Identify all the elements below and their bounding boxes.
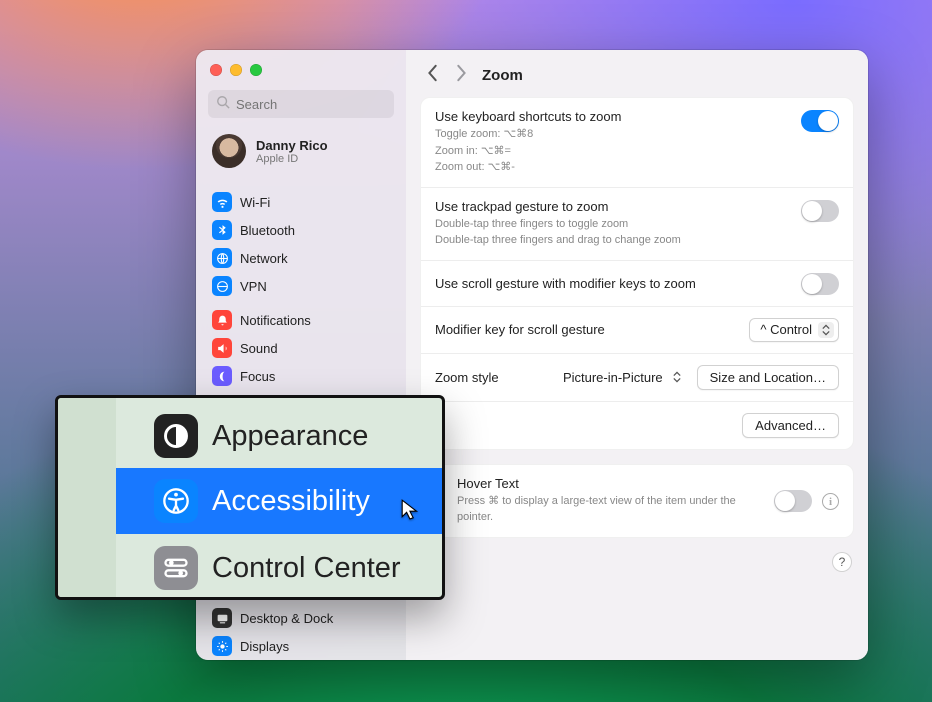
sidebar-item-label: Sound	[240, 341, 278, 356]
back-button[interactable]	[426, 64, 440, 87]
vpn-icon	[212, 276, 232, 296]
row-hover-text: Hover Text Press ⌘ to display a large-te…	[421, 465, 853, 537]
pip-item-accessibility[interactable]: Accessibility	[116, 468, 442, 534]
fullscreen-button[interactable]	[250, 64, 262, 76]
pip-left-margin	[58, 398, 116, 597]
setting-desc: Double-tap three fingers to toggle zoom …	[435, 216, 791, 249]
avatar	[212, 134, 246, 168]
forward-button[interactable]	[454, 64, 468, 87]
row-scroll-gesture: Use scroll gesture with modifier keys to…	[421, 261, 853, 307]
sidebar-group-network: Wi-Fi Bluetooth Network VPN	[204, 188, 398, 300]
setting-desc: Press ⌘ to display a large-text view of …	[457, 493, 764, 526]
setting-label: Modifier key for scroll gesture	[435, 322, 739, 337]
sidebar-item-label: Bluetooth	[240, 223, 295, 238]
hover-text-card: Hover Text Press ⌘ to display a large-te…	[420, 464, 854, 538]
select-zoom-style[interactable]: Picture-in-Picture	[553, 366, 687, 388]
profile-name: Danny Rico	[256, 138, 328, 153]
advanced-button[interactable]: Advanced…	[742, 413, 839, 438]
appearance-icon	[154, 414, 198, 458]
focus-icon	[212, 366, 232, 386]
sidebar-item-sound[interactable]: Sound	[204, 334, 398, 362]
settings-content: Use keyboard shortcuts to zoom Toggle zo…	[406, 97, 868, 590]
sidebar-item-label: Displays	[240, 639, 289, 654]
setting-label: Use trackpad gesture to zoom	[435, 199, 791, 214]
search-icon	[216, 95, 236, 114]
cursor-icon	[400, 498, 422, 525]
sidebar-item-label: Network	[240, 251, 288, 266]
sidebar-item-desktop-dock[interactable]: Desktop & Dock	[204, 604, 398, 632]
toggle-hover-text[interactable]	[774, 490, 812, 512]
sidebar-item-label: Desktop & Dock	[240, 611, 333, 626]
minimize-button[interactable]	[230, 64, 242, 76]
bluetooth-icon	[212, 220, 232, 240]
setting-label: Hover Text	[457, 476, 764, 491]
sidebar-item-label: VPN	[240, 279, 267, 294]
main-content: Zoom Use keyboard shortcuts to zoom Togg…	[406, 50, 868, 660]
sidebar-item-network[interactable]: Network	[204, 244, 398, 272]
toggle-scroll-gesture[interactable]	[801, 273, 839, 295]
search-field[interactable]	[208, 90, 394, 118]
notifications-icon	[212, 310, 232, 330]
sidebar-item-focus[interactable]: Focus	[204, 362, 398, 390]
sidebar-item-vpn[interactable]: VPN	[204, 272, 398, 300]
page-title: Zoom	[482, 67, 523, 84]
control-center-icon	[154, 546, 198, 590]
toggle-trackpad-gesture[interactable]	[801, 200, 839, 222]
row-trackpad-gesture: Use trackpad gesture to zoom Double-tap …	[421, 188, 853, 261]
window-controls	[204, 62, 398, 90]
row-keyboard-shortcuts: Use keyboard shortcuts to zoom Toggle zo…	[421, 98, 853, 188]
sidebar-item-displays[interactable]: Displays	[204, 632, 398, 660]
accessibility-icon	[154, 479, 198, 523]
chevron-updown-icon	[818, 322, 834, 338]
sidebar-item-label: Focus	[240, 369, 275, 384]
pip-item-control-center[interactable]: Control Center	[154, 546, 401, 590]
sidebar-item-wifi[interactable]: Wi-Fi	[204, 188, 398, 216]
toggle-keyboard-shortcuts[interactable]	[801, 110, 839, 132]
pip-item-label: Accessibility	[212, 485, 370, 518]
select-value: Picture-in-Picture	[563, 370, 663, 385]
sidebar-group-alerts: Notifications Sound Focus	[204, 306, 398, 390]
sidebar-item-label: Notifications	[240, 313, 311, 328]
displays-icon	[212, 636, 232, 656]
chevron-updown-icon	[669, 369, 685, 385]
setting-label: Use keyboard shortcuts to zoom	[435, 109, 791, 124]
sidebar-item-label: Wi-Fi	[240, 195, 270, 210]
setting-desc: Toggle zoom: ⌥⌘8 Zoom in: ⌥⌘= Zoom out: …	[435, 126, 791, 176]
row-modifier-key: Modifier key for scroll gesture ^ Contro…	[421, 307, 853, 354]
help-row: ?	[420, 552, 854, 576]
select-modifier-key[interactable]: ^ Control	[749, 318, 839, 342]
apple-id-profile[interactable]: Danny Rico Apple ID	[204, 130, 398, 182]
row-advanced: Advanced…	[421, 402, 853, 449]
zoom-settings-card: Use keyboard shortcuts to zoom Toggle zo…	[420, 97, 854, 450]
wifi-icon	[212, 192, 232, 212]
sidebar-group-display: Desktop & Dock Displays	[204, 604, 398, 660]
search-input[interactable]	[236, 97, 412, 112]
titlebar: Zoom	[406, 50, 868, 97]
pip-item-label: Control Center	[212, 552, 401, 585]
sound-icon	[212, 338, 232, 358]
info-icon[interactable]: i	[822, 493, 839, 510]
profile-sub: Apple ID	[256, 153, 328, 165]
desktop-dock-icon	[212, 608, 232, 628]
row-zoom-style: Zoom style Picture-in-Picture Size and L…	[421, 354, 853, 402]
network-icon	[212, 248, 232, 268]
setting-label: Use scroll gesture with modifier keys to…	[435, 276, 791, 291]
sidebar-item-notifications[interactable]: Notifications	[204, 306, 398, 334]
pip-item-label: Appearance	[212, 420, 368, 453]
setting-label: Zoom style	[435, 370, 543, 385]
sidebar-item-bluetooth[interactable]: Bluetooth	[204, 216, 398, 244]
close-button[interactable]	[210, 64, 222, 76]
pip-item-appearance[interactable]: Appearance	[154, 414, 368, 458]
select-value: ^ Control	[760, 322, 812, 337]
help-button[interactable]: ?	[832, 552, 852, 572]
pip-zoom-window: Appearance Accessibility Control Center	[55, 395, 445, 600]
size-location-button[interactable]: Size and Location…	[697, 365, 839, 390]
